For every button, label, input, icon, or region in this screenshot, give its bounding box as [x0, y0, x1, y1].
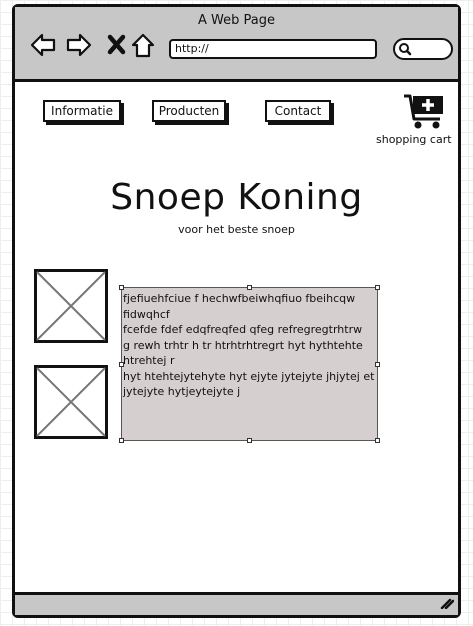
page-subtitle: voor het beste snoep	[178, 223, 295, 236]
resize-handle[interactable]	[375, 362, 380, 367]
window-title: A Web Page	[198, 13, 275, 28]
search-input[interactable]	[393, 38, 453, 60]
resize-handle[interactable]	[247, 438, 252, 443]
resize-handle[interactable]	[375, 285, 380, 290]
resize-handle[interactable]	[247, 285, 252, 290]
forward-arrow-icon[interactable]	[65, 31, 93, 59]
content-line: fjefiuehfciue f hechwfbeiwhqfiuo fbeihcq…	[123, 292, 356, 321]
browser-toolbar: A Web Page http://	[15, 7, 458, 82]
address-bar[interactable]: http://	[169, 39, 377, 59]
resize-handle[interactable]	[119, 362, 124, 367]
content-line: jytejyte hytjeytejyte j	[123, 385, 241, 398]
shopping-cart-icon[interactable]	[402, 93, 448, 135]
image-placeholder	[34, 365, 108, 439]
content-line: fcefde fdef edqfreqfed qfeg refregregtrh…	[123, 323, 363, 336]
page-title: Snoep Koning	[110, 177, 363, 218]
home-icon[interactable]	[129, 31, 157, 59]
image-placeholder	[34, 269, 108, 343]
nav-item-producten[interactable]: Producten	[152, 100, 226, 122]
shopping-cart-label[interactable]: shopping cart	[376, 133, 452, 146]
resize-grip-icon[interactable]	[440, 594, 455, 613]
stop-close-icon[interactable]	[103, 31, 131, 59]
search-icon	[399, 43, 412, 56]
resize-handle[interactable]	[375, 438, 380, 443]
content-line: g rewh trhtr h tr htrhtrhtregrt hyt hyth…	[123, 338, 363, 368]
browser-window: A Web Page http:// Informatie Producten …	[12, 4, 461, 618]
content-line: hyt htehtejytehyte hyt ejyte jytejyte jh…	[123, 369, 375, 383]
status-bar	[15, 592, 458, 615]
resize-handle[interactable]	[119, 438, 124, 443]
back-arrow-icon[interactable]	[29, 31, 57, 59]
resize-handle[interactable]	[119, 285, 124, 290]
nav-item-contact[interactable]: Contact	[265, 100, 331, 122]
content-text-area[interactable]: fjefiuehfciue f hechwfbeiwhqfiuo fbeihcq…	[121, 287, 378, 441]
nav-item-informatie[interactable]: Informatie	[43, 100, 121, 122]
